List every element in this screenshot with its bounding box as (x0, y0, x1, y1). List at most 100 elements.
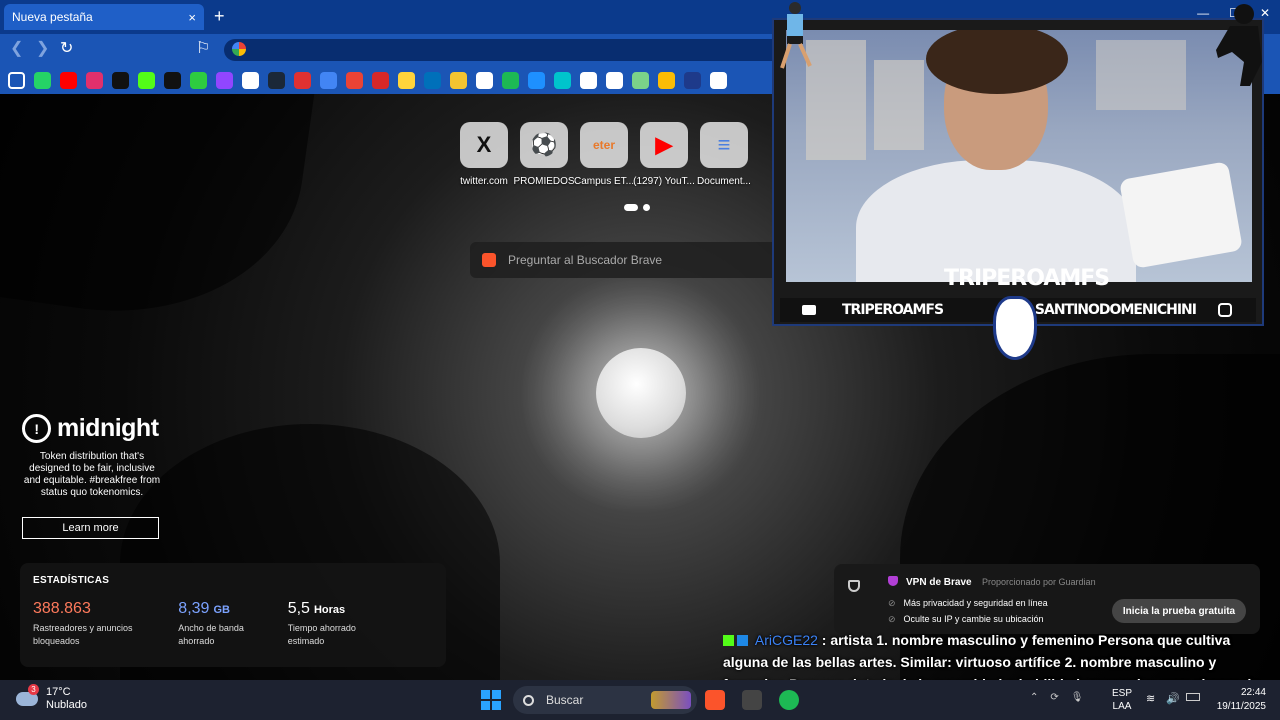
spotify-taskbar-icon[interactable] (779, 690, 799, 710)
search-highlight-image (651, 691, 691, 709)
midnight-logo: ! midnight (22, 414, 162, 443)
youtube-icon (802, 305, 816, 315)
microphone-icon[interactable]: 🎙 (1071, 692, 1084, 703)
google-2-icon[interactable] (710, 71, 727, 89)
address-bar[interactable] (224, 39, 784, 61)
spotify-icon[interactable] (502, 71, 519, 89)
top-site-icon: ⚽ (520, 122, 568, 168)
midnight-brand: midnight (57, 414, 159, 442)
top-site-tile[interactable]: ≡ Document... (697, 122, 751, 187)
brave-search-box[interactable]: Preguntar al Buscador Brave (470, 242, 780, 278)
silhouette-icon (1216, 4, 1262, 86)
stats-icon[interactable] (450, 71, 467, 89)
download-icon[interactable] (528, 71, 545, 89)
bookmark-red-icon[interactable] (294, 71, 311, 89)
top-site-tile[interactable]: ⚽ PROMIEDOS (513, 122, 575, 187)
stat-unit: Horas (313, 604, 346, 616)
pager-dot-active[interactable] (624, 204, 638, 211)
pager-dot[interactable] (643, 204, 650, 211)
top-site-tile[interactable]: ▶ (1297) YouT... (633, 122, 695, 187)
shield-icon[interactable] (848, 580, 860, 592)
brave-taskbar-icon[interactable] (705, 690, 725, 710)
moon-image (596, 348, 686, 438)
instagram-icon[interactable] (86, 71, 103, 89)
clock-time: 22:44 (1240, 687, 1266, 698)
forward-arrow-icon[interactable]: ❯ (36, 40, 49, 58)
check-icon: ⊘ (888, 614, 896, 624)
google-icon[interactable] (242, 71, 259, 89)
battery-icon[interactable] (1186, 693, 1200, 701)
clover-icon[interactable] (632, 71, 649, 89)
wifi-icon[interactable]: ≋ (1146, 692, 1155, 705)
paypal-icon[interactable] (424, 71, 441, 89)
stats-widget: ESTADÍSTICAS 388.863 Rastreadores y anunc… (20, 563, 446, 667)
vpn-benefit-text: Oculte su IP y cambie su ubicación (903, 614, 1044, 624)
twitch-icon[interactable] (216, 71, 233, 89)
steam-icon[interactable] (268, 71, 285, 89)
whatsapp-icon[interactable] (34, 71, 51, 89)
gmail-icon[interactable] (346, 71, 363, 89)
tab-close-icon[interactable]: × (188, 10, 196, 25)
stat-value: 5,5 (287, 600, 310, 617)
top-site-icon: eter (580, 122, 628, 168)
sync-icon[interactable]: ⟳ (1050, 692, 1058, 703)
weather-widget[interactable]: 3 17°C Nublado (16, 684, 87, 712)
tiktok-icon[interactable] (112, 71, 129, 89)
midnight-logo-icon: ! (22, 414, 51, 443)
controller-icon[interactable] (606, 71, 623, 89)
drive-icon[interactable] (658, 71, 675, 89)
youtube-icon[interactable] (60, 71, 77, 89)
pencil-icon[interactable] (398, 71, 415, 89)
top-site-tile[interactable]: Xtwitter.com (460, 122, 508, 187)
check-icon: ⊘ (888, 598, 896, 608)
top-site-label: Document... (697, 176, 751, 187)
system-tray: ⌃ ⟳ 🎙 (1030, 692, 1083, 703)
x-icon[interactable] (164, 71, 181, 89)
learn-more-button[interactable]: Learn more (22, 517, 159, 539)
app-taskbar-icon[interactable] (742, 690, 762, 710)
stat-value: 8,39 (178, 600, 210, 617)
top-site-tile[interactable]: eter Campus ET... (574, 122, 634, 187)
lang-code: ESP (1112, 688, 1133, 699)
brave-lion-icon (482, 253, 496, 267)
search-icon (523, 694, 534, 706)
weather-desc: Nublado (46, 699, 87, 711)
new-tab-button[interactable]: + (214, 6, 225, 26)
address-input[interactable] (254, 41, 754, 59)
sync-icon[interactable] (684, 71, 701, 89)
windows-start-icon[interactable] (481, 690, 501, 710)
chart-icon[interactable] (372, 71, 389, 89)
webcam-feed (786, 30, 1252, 282)
back-arrow-icon[interactable]: ❮ (10, 40, 23, 58)
soccer-player-icon (780, 2, 812, 69)
webcam-overlay: TRIPEROAMFS TRIPEROAMFS SANTINODOMENICHI… (772, 18, 1264, 326)
openai-icon[interactable] (580, 71, 597, 89)
chevron-up-icon[interactable]: ⌃ (1030, 692, 1038, 703)
clock-date: 19/11/2025 (1216, 701, 1266, 712)
midnight-description: Token distribution that's designed to be… (23, 451, 161, 498)
club-crest-icon (993, 296, 1037, 360)
clock[interactable]: 22:44 19/11/2025 (1206, 686, 1266, 714)
tab-new-tab[interactable]: Nueva pestaña × (4, 4, 204, 30)
notification-count: 3 (28, 684, 39, 695)
stat-value: 388.863 (33, 600, 91, 617)
promiedos-icon[interactable] (190, 71, 207, 89)
stat-label: Tiempo ahorrado estimado (287, 623, 356, 646)
canva-icon[interactable] (554, 71, 571, 89)
tiles-icon[interactable] (476, 71, 493, 89)
kick-badge-icon (723, 635, 734, 646)
top-sites-pager[interactable] (624, 204, 650, 211)
channel-name: TRIPEROAMFS (944, 266, 1110, 291)
bookmark-icon[interactable]: ⚐ (196, 40, 210, 58)
docs-icon[interactable] (320, 71, 337, 89)
vpn-benefit: ⊘ Oculte su IP y cambie su ubicación (888, 614, 1043, 625)
vpn-title-row: VPN de Brave (888, 576, 972, 588)
apps-icon[interactable] (8, 71, 25, 89)
reload-icon[interactable]: ↻ (60, 40, 73, 58)
volume-icon[interactable]: 🔊 (1166, 692, 1180, 705)
language-indicator[interactable]: ESP LAA (1112, 687, 1132, 713)
start-trial-button[interactable]: Inicia la prueba gratuita (1112, 599, 1246, 623)
kick-icon[interactable] (138, 71, 155, 89)
taskbar-search[interactable]: Buscar (513, 686, 697, 714)
stat-item: 5,5 Horas Tiempo ahorrado estimado (288, 600, 433, 648)
